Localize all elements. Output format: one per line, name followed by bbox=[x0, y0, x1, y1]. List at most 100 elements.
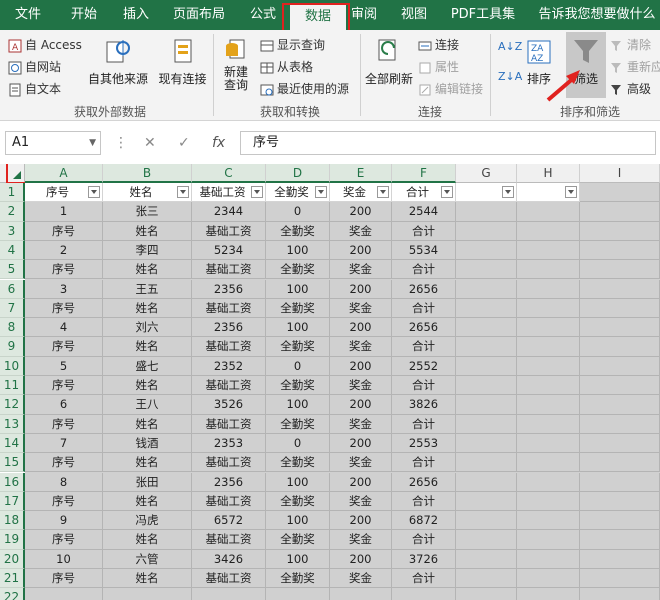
empty-cell[interactable] bbox=[517, 221, 580, 241]
show-queries-button[interactable]: 显示查询 bbox=[260, 36, 325, 53]
table-cell[interactable]: 2552 bbox=[392, 356, 456, 376]
tab-4[interactable]: 公式 bbox=[242, 0, 284, 30]
table-cell[interactable]: 200 bbox=[330, 395, 392, 415]
table-cell[interactable]: 200 bbox=[330, 240, 392, 261]
header-cell[interactable]: 合计 bbox=[392, 183, 456, 203]
table-cell[interactable]: 序号 bbox=[25, 298, 103, 319]
table-cell[interactable]: 5534 bbox=[392, 240, 456, 261]
table-cell[interactable]: 基础工资 bbox=[192, 337, 266, 357]
table-cell[interactable]: 全勤奖 bbox=[266, 298, 330, 319]
table-cell[interactable]: 张田 bbox=[103, 472, 192, 492]
tab-8[interactable]: PDF工具集 bbox=[444, 0, 522, 30]
empty-cell[interactable] bbox=[517, 530, 580, 550]
empty-cell[interactable] bbox=[330, 588, 392, 600]
empty-cell[interactable] bbox=[456, 318, 517, 338]
properties-button[interactable]: 属性 bbox=[418, 58, 459, 75]
empty-cell[interactable] bbox=[456, 337, 517, 357]
table-cell[interactable]: 2352 bbox=[192, 356, 266, 376]
empty-cell[interactable] bbox=[456, 202, 517, 222]
table-cell[interactable]: 0 bbox=[266, 433, 330, 454]
formula-input[interactable]: 序号 bbox=[240, 131, 656, 155]
column-header-H[interactable]: H bbox=[517, 164, 580, 183]
table-cell[interactable]: 刘六 bbox=[103, 318, 192, 338]
table-cell[interactable]: 合计 bbox=[392, 453, 456, 473]
empty-cell[interactable] bbox=[456, 511, 517, 531]
empty-cell[interactable] bbox=[517, 491, 580, 512]
table-cell[interactable]: 奖金 bbox=[330, 569, 392, 589]
empty-cell[interactable] bbox=[517, 414, 580, 434]
recent-sources-button[interactable]: 最近使用的源 bbox=[260, 80, 349, 97]
table-cell[interactable]: 奖金 bbox=[330, 221, 392, 241]
column-header-C[interactable]: C bbox=[192, 164, 266, 183]
table-cell[interactable]: 冯虎 bbox=[103, 511, 192, 531]
table-cell[interactable]: 全勤奖 bbox=[266, 260, 330, 280]
table-cell[interactable]: 合计 bbox=[392, 491, 456, 512]
table-cell[interactable]: 100 bbox=[266, 240, 330, 261]
table-cell[interactable]: 2656 bbox=[392, 472, 456, 492]
row-header[interactable]: 2 bbox=[0, 202, 25, 222]
empty-cell[interactable] bbox=[456, 472, 517, 492]
table-cell[interactable]: 序号 bbox=[25, 337, 103, 357]
table-cell[interactable]: 基础工资 bbox=[192, 453, 266, 473]
filter-dropdown-icon[interactable] bbox=[251, 186, 263, 198]
filter-dropdown-icon[interactable] bbox=[315, 186, 327, 198]
row-header[interactable]: 12 bbox=[0, 395, 25, 415]
reapply-button[interactable]: 重新应 bbox=[610, 58, 660, 75]
empty-cell[interactable] bbox=[456, 356, 517, 376]
table-cell[interactable]: 奖金 bbox=[330, 453, 392, 473]
filter-dropdown-icon[interactable] bbox=[377, 186, 389, 198]
table-cell[interactable]: 5234 bbox=[192, 240, 266, 261]
empty-cell[interactable] bbox=[25, 588, 103, 600]
empty-cell[interactable] bbox=[580, 337, 660, 357]
from-table-button[interactable]: 从表格 bbox=[260, 58, 313, 75]
row-header[interactable]: 10 bbox=[0, 356, 25, 376]
table-cell[interactable]: 合计 bbox=[392, 298, 456, 319]
table-cell[interactable]: 王八 bbox=[103, 395, 192, 415]
row-header[interactable]: 9 bbox=[0, 337, 25, 357]
table-cell[interactable]: 6572 bbox=[192, 511, 266, 531]
table-cell[interactable]: 奖金 bbox=[330, 530, 392, 550]
column-header-G[interactable]: G bbox=[456, 164, 517, 183]
table-cell[interactable]: 100 bbox=[266, 318, 330, 338]
empty-cell[interactable] bbox=[517, 279, 580, 299]
empty-cell[interactable] bbox=[580, 453, 660, 473]
row-header[interactable]: 5 bbox=[0, 260, 25, 280]
table-cell[interactable]: 姓名 bbox=[103, 298, 192, 319]
existing-connections-button[interactable]: 现有连接 bbox=[155, 34, 210, 96]
empty-cell[interactable] bbox=[456, 569, 517, 589]
table-cell[interactable]: 钱酒 bbox=[103, 433, 192, 454]
row-header[interactable]: 20 bbox=[0, 549, 25, 569]
table-cell[interactable]: 2656 bbox=[392, 279, 456, 299]
empty-cell[interactable] bbox=[580, 318, 660, 338]
empty-cell[interactable] bbox=[517, 318, 580, 338]
empty-cell[interactable] bbox=[580, 183, 660, 203]
connections-button[interactable]: 连接 bbox=[418, 36, 459, 53]
table-cell[interactable]: 5 bbox=[25, 356, 103, 376]
table-cell[interactable]: 姓名 bbox=[103, 337, 192, 357]
row-header[interactable]: 1 bbox=[0, 183, 25, 203]
table-cell[interactable]: 全勤奖 bbox=[266, 453, 330, 473]
header-cell[interactable]: 姓名 bbox=[103, 183, 192, 203]
empty-cell[interactable] bbox=[580, 433, 660, 454]
table-cell[interactable]: 姓名 bbox=[103, 569, 192, 589]
empty-cell[interactable] bbox=[580, 298, 660, 319]
table-cell[interactable]: 姓名 bbox=[103, 491, 192, 512]
table-cell[interactable]: 100 bbox=[266, 279, 330, 299]
table-cell[interactable]: 基础工资 bbox=[192, 376, 266, 396]
filter-dropdown-icon[interactable] bbox=[177, 186, 189, 198]
table-cell[interactable]: 序号 bbox=[25, 414, 103, 434]
table-cell[interactable]: 3526 bbox=[192, 395, 266, 415]
row-header[interactable]: 7 bbox=[0, 298, 25, 319]
table-cell[interactable]: 姓名 bbox=[103, 530, 192, 550]
tab-9[interactable]: 告诉我您想要做什么 bbox=[534, 0, 660, 30]
empty-cell[interactable] bbox=[580, 549, 660, 569]
empty-cell[interactable] bbox=[580, 240, 660, 261]
empty-cell[interactable] bbox=[580, 260, 660, 280]
refresh-all-button[interactable]: 全部刷新 bbox=[362, 34, 416, 96]
new-query-button[interactable]: 新建 查询 bbox=[218, 34, 254, 100]
header-cell[interactable] bbox=[456, 183, 517, 203]
clear-filter-button[interactable]: 清除 bbox=[610, 36, 651, 53]
cancel-icon[interactable]: ✕ bbox=[144, 131, 156, 155]
table-cell[interactable]: 200 bbox=[330, 318, 392, 338]
table-cell[interactable]: 3 bbox=[25, 279, 103, 299]
